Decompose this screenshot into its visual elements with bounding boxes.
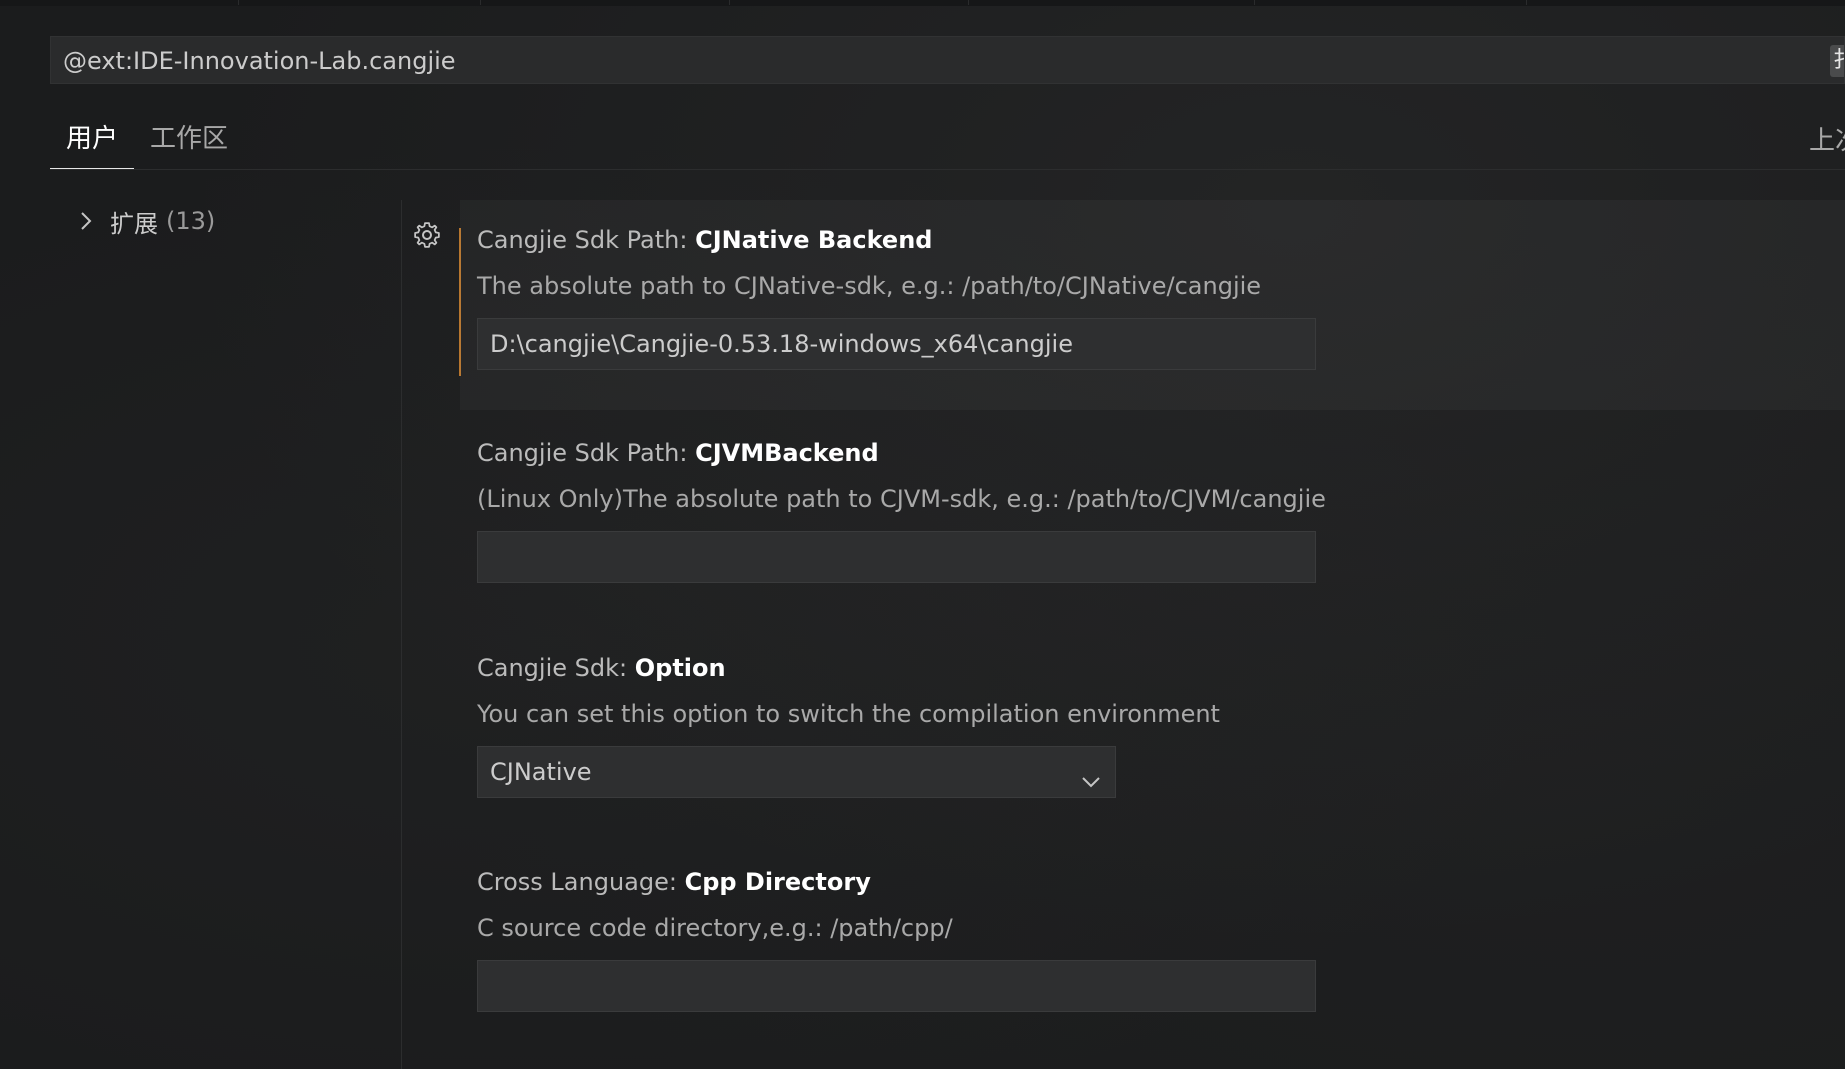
- gear-icon[interactable]: [412, 220, 442, 250]
- setting-description: You can set this option to switch the co…: [477, 700, 1220, 728]
- setting-name: CJNative Backend: [695, 226, 933, 254]
- cpp-directory-input[interactable]: [477, 960, 1316, 1012]
- sdk-option-select[interactable]: CJNative: [477, 746, 1116, 798]
- tab-workspace[interactable]: 工作区: [134, 116, 244, 170]
- setting-description: (Linux Only)The absolute path to CJVM-sd…: [477, 485, 1326, 513]
- setting-description: C source code directory,e.g.: /path/cpp/: [477, 914, 953, 942]
- tab-user[interactable]: 用户: [50, 116, 135, 170]
- setting-name: Option: [634, 654, 726, 682]
- toc-divider: [401, 200, 402, 1069]
- setting-category: Cangjie Sdk Path:: [477, 439, 696, 467]
- last-synced-label: 上次: [1809, 126, 1845, 156]
- setting-name: CJVMBackend: [695, 439, 879, 467]
- settings-search-box[interactable]: @ext:IDE-Innovation-Lab.cangjie 扌: [50, 36, 1845, 84]
- editor-tab-strip: [0, 0, 1845, 6]
- setting-category: Cross Language:: [477, 868, 685, 896]
- editor-tab[interactable]: [482, 0, 730, 5]
- filter-settings-button[interactable]: 扌: [1830, 45, 1844, 77]
- tabs-divider: [50, 169, 1845, 170]
- settings-toc: 扩展 (13): [50, 200, 400, 242]
- setting-description: The absolute path to CJNative-sdk, e.g.:…: [477, 272, 1262, 300]
- toc-item-extensions[interactable]: 扩展 (13): [50, 200, 400, 242]
- editor-tab[interactable]: [1256, 0, 1527, 5]
- settings-scope-tabs: 用户 工作区: [50, 116, 244, 170]
- toc-item-count: (13): [166, 207, 216, 235]
- editor-tab[interactable]: [970, 0, 1255, 5]
- setting-category: Cangjie Sdk Path:: [477, 226, 696, 254]
- setting-title: Cross Language: Cpp Directory: [477, 866, 1845, 898]
- setting-name: Cpp Directory: [684, 868, 871, 896]
- chevron-right-icon: [76, 211, 96, 231]
- editor-tab[interactable]: [0, 0, 239, 5]
- setting-category: Cangjie Sdk:: [477, 654, 635, 682]
- setting-sdk-option: Cangjie Sdk: Option You can set this opt…: [460, 652, 1845, 812]
- setting-title: Cangjie Sdk Path: CJVMBackend: [477, 437, 1845, 469]
- setting-cpp-directory: Cross Language: Cpp Directory C source c…: [460, 866, 1845, 1026]
- setting-cjvm-backend: Cangjie Sdk Path: CJVMBackend (Linux Onl…: [460, 437, 1845, 597]
- select-value: CJNative: [490, 758, 592, 786]
- chevron-down-icon: [1079, 761, 1103, 788]
- settings-search-input[interactable]: @ext:IDE-Innovation-Lab.cangjie: [63, 37, 456, 85]
- editor-tab[interactable]: [731, 0, 969, 5]
- cjnative-sdk-path-input[interactable]: [477, 318, 1316, 370]
- editor-tab[interactable]: [240, 0, 481, 5]
- cjvm-sdk-path-input[interactable]: [477, 531, 1316, 583]
- setting-title: Cangjie Sdk Path: CJNative Backend: [477, 224, 1845, 256]
- setting-cjnative-backend: Cangjie Sdk Path: CJNative Backend The a…: [460, 200, 1845, 410]
- toc-item-label: 扩展: [110, 209, 158, 238]
- setting-title: Cangjie Sdk: Option: [477, 652, 1845, 684]
